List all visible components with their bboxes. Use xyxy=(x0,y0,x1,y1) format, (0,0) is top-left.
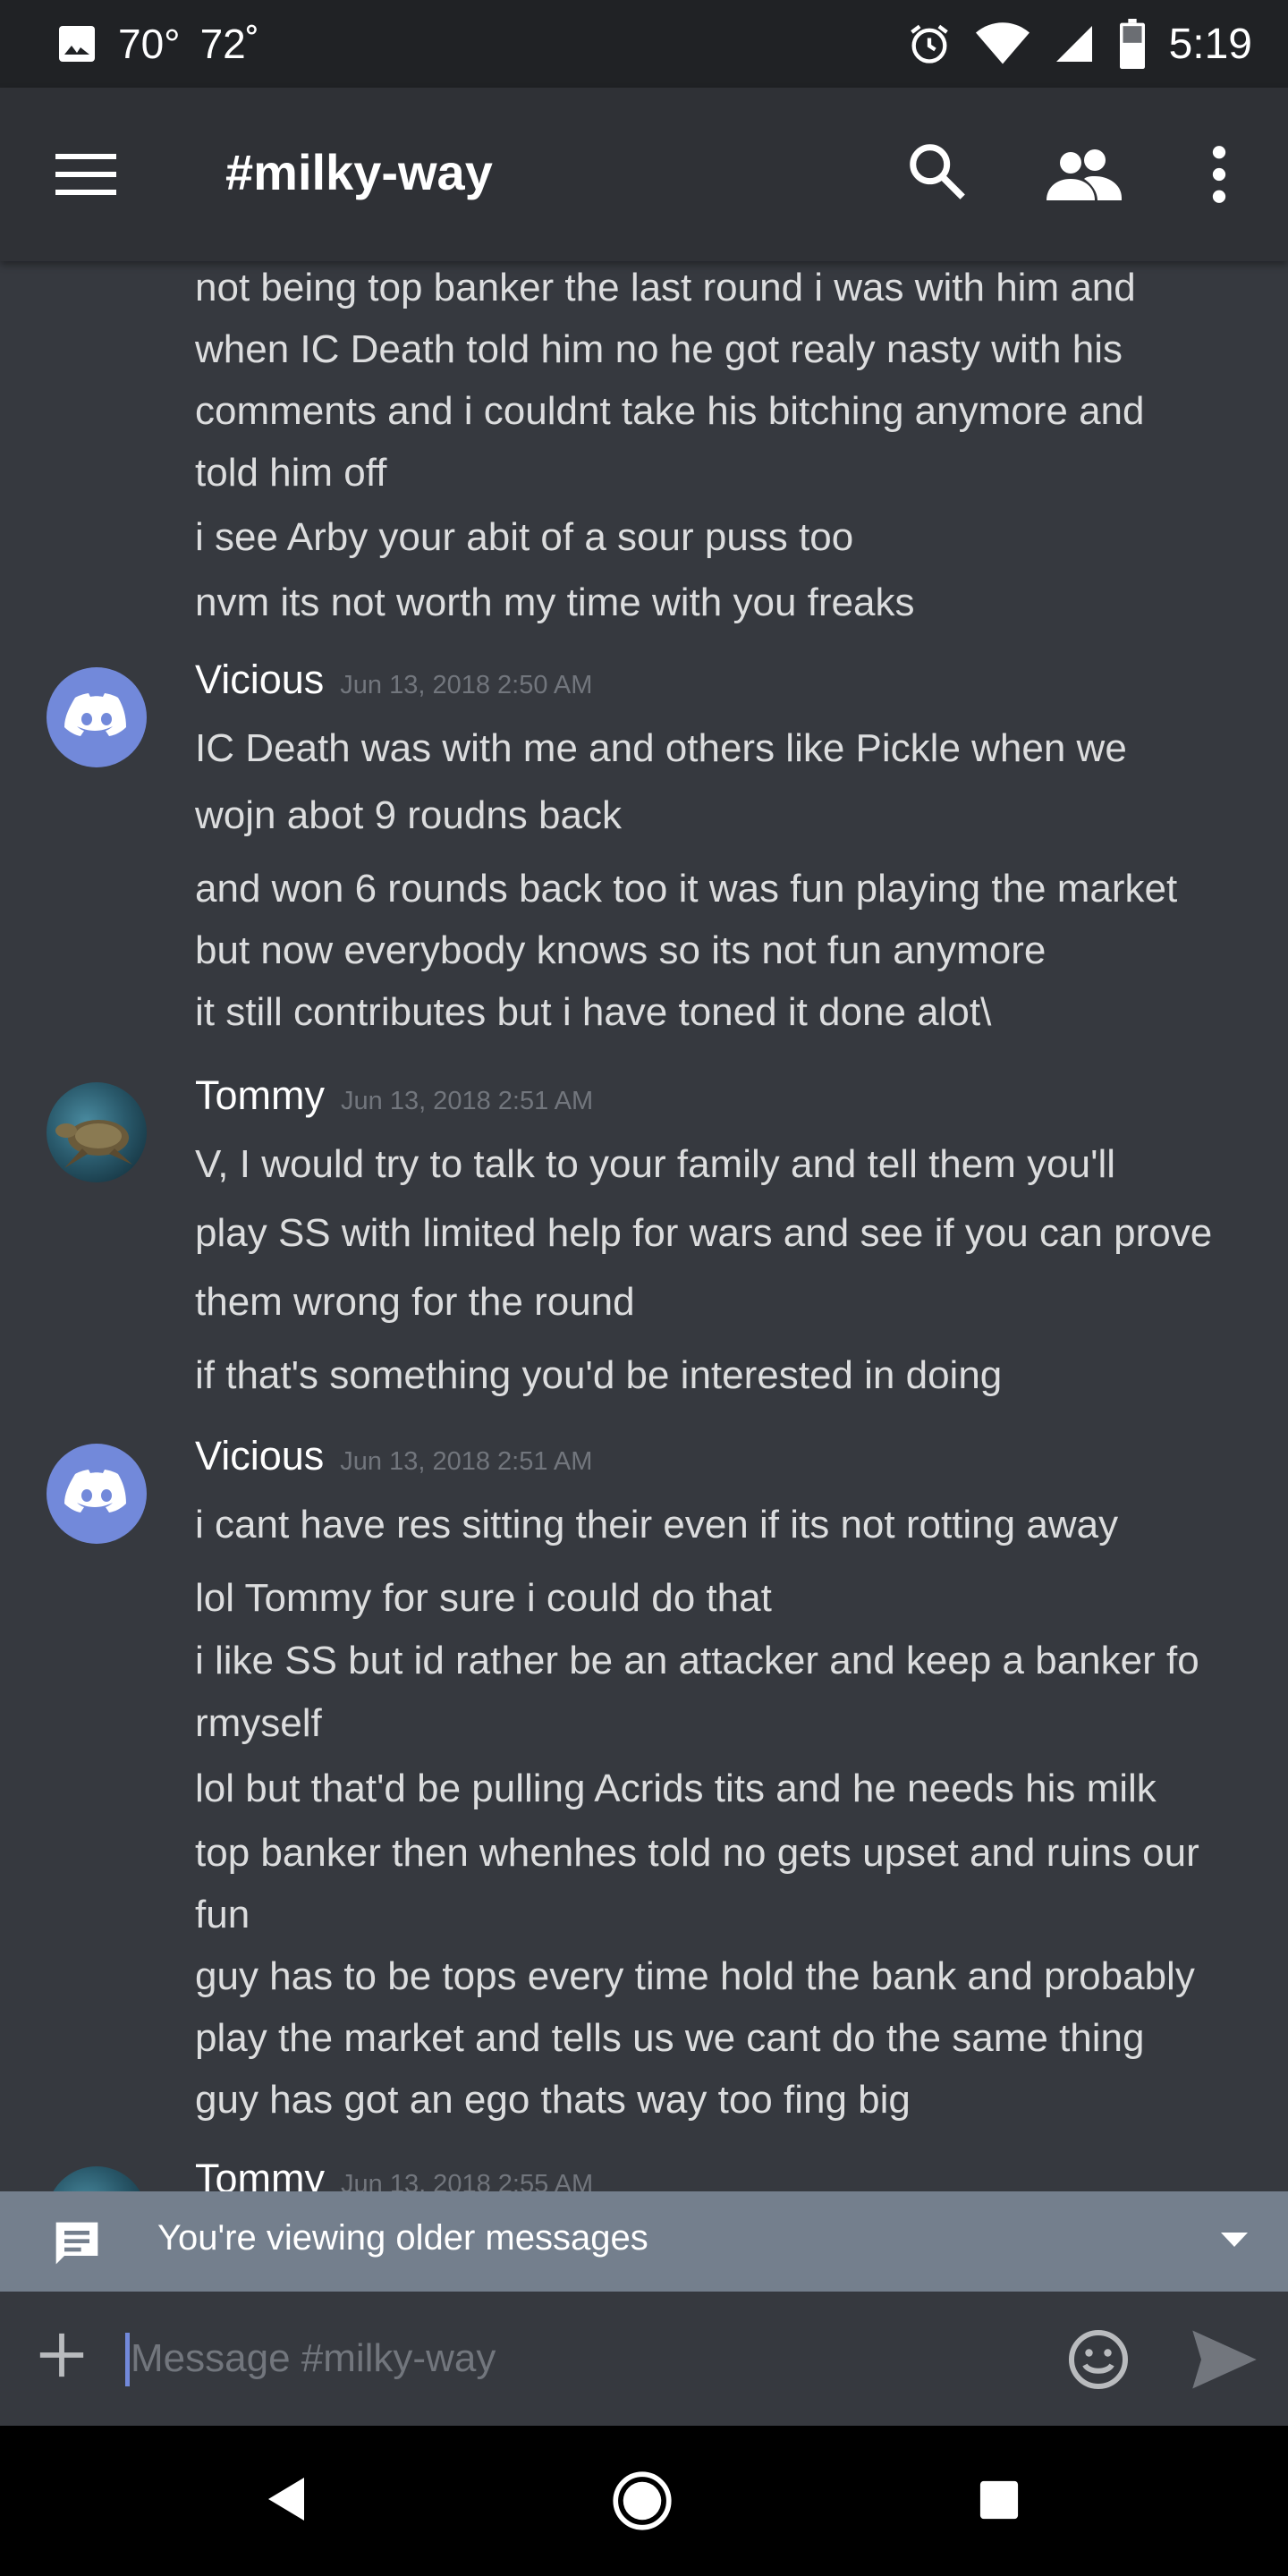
message-line: play SS with limited help for wars and s… xyxy=(195,1211,1213,1255)
message-list[interactable]: not being top banker the last round i wa… xyxy=(0,261,1288,2193)
message-line: it still contributes but i have toned it… xyxy=(195,990,992,1034)
older-messages-bar[interactable]: You're viewing older messages xyxy=(0,2191,1288,2292)
avatar[interactable] xyxy=(47,2166,147,2193)
home-icon[interactable] xyxy=(612,2470,673,2536)
app-bar: #milky-way xyxy=(0,88,1288,261)
message-timestamp: Jun 13, 2018 2:51 AM xyxy=(340,1447,593,1476)
send-icon[interactable] xyxy=(1190,2327,1259,2396)
message-line: lol Tommy for sure i could do that xyxy=(195,1576,772,1620)
search-icon[interactable] xyxy=(905,140,968,207)
temperature-high: 72˚ xyxy=(199,21,260,67)
author-name[interactable]: Tommy Jun 13, 2018 2:51 AM xyxy=(195,1072,593,1119)
message-timestamp: Jun 13, 2018 2:51 AM xyxy=(341,1087,594,1115)
message-line: V, I would try to talk to your family an… xyxy=(195,1142,1116,1186)
message-line: lol but that'd be pulling Acrids tits an… xyxy=(195,1767,1157,1810)
message-line: when IC Death told him no he got realy n… xyxy=(195,327,1123,371)
avatar[interactable] xyxy=(47,667,147,767)
android-nav-bar xyxy=(0,2426,1288,2576)
menu-icon[interactable] xyxy=(55,152,118,201)
message-line: i see Arby your abit of a sour puss too xyxy=(195,515,854,559)
message-line: and won 6 rounds back too it was fun pla… xyxy=(195,867,1178,911)
message-composer xyxy=(0,2292,1288,2426)
message-input[interactable] xyxy=(131,2327,1007,2390)
message-line: fun xyxy=(195,1893,250,1936)
chat-icon xyxy=(52,2218,102,2273)
avatar[interactable] xyxy=(47,1082,147,1182)
message-line: play the market and tells us we cant do … xyxy=(195,2016,1145,2060)
author-label: Vicious xyxy=(195,657,325,702)
message-line: if that's something you'd be interested … xyxy=(195,1353,1003,1397)
message-line: i like SS but id rather be an attacker a… xyxy=(195,1639,1199,1682)
add-attachment-icon[interactable] xyxy=(36,2329,88,2385)
recent-apps-icon[interactable] xyxy=(979,2479,1020,2525)
message-line: but now everybody knows so its not fun a… xyxy=(195,928,1046,972)
message-line: comments and i couldnt take his bitching… xyxy=(195,389,1145,433)
alarm-icon xyxy=(906,21,953,67)
message-line: guy has to be tops every time hold the b… xyxy=(195,1954,1195,1998)
sea-turtle-icon xyxy=(55,1120,132,1168)
image-icon xyxy=(55,22,98,65)
message-line: not being top banker the last round i wa… xyxy=(195,266,1136,309)
avatar[interactable] xyxy=(47,1444,147,1544)
message-line: wojn abot 9 roudns back xyxy=(195,793,622,837)
status-bar: 70° 72˚ 5:19 xyxy=(0,0,1288,88)
message-line: i cant have res sitting their even if it… xyxy=(195,1503,1119,1546)
back-icon[interactable] xyxy=(265,2476,308,2527)
older-messages-text: You're viewing older messages xyxy=(157,2218,648,2258)
message-line: IC Death was with me and others like Pic… xyxy=(195,726,1127,770)
channel-title: #milky-way xyxy=(225,144,493,200)
author-label: Tommy xyxy=(195,1072,325,1118)
wifi-icon xyxy=(975,21,1030,67)
members-icon[interactable] xyxy=(1046,147,1122,205)
jump-to-present-icon[interactable] xyxy=(1221,2231,1248,2253)
author-label: Tommy xyxy=(195,2156,325,2193)
message-line: top banker then whenhes told no gets ups… xyxy=(195,1831,1199,1875)
message-line: rmyself xyxy=(195,1701,322,1745)
message-line: nvm its not worth my time with you freak… xyxy=(195,580,915,624)
author-label: Vicious xyxy=(195,1433,325,1479)
clock: 5:19 xyxy=(1168,20,1252,68)
discord-logo-icon xyxy=(64,1470,126,1513)
discord-logo-icon xyxy=(64,693,126,736)
message-timestamp: Jun 13, 2018 2:55 AM xyxy=(341,2170,594,2193)
text-cursor xyxy=(125,2333,130,2386)
temperature-current: 70° xyxy=(118,21,181,67)
more-icon[interactable] xyxy=(1206,145,1233,208)
message-line: told him off xyxy=(195,451,387,495)
battery-icon xyxy=(1119,19,1146,69)
message-timestamp: Jun 13, 2018 2:50 AM xyxy=(340,671,593,699)
message-line: guy has got an ego thats way too fing bi… xyxy=(195,2078,911,2122)
author-name[interactable]: Vicious Jun 13, 2018 2:51 AM xyxy=(195,1433,592,1479)
author-name[interactable]: Vicious Jun 13, 2018 2:50 AM xyxy=(195,657,592,703)
signal-icon xyxy=(1053,22,1096,65)
author-name[interactable]: Tommy Jun 13, 2018 2:55 AM xyxy=(195,2156,593,2193)
emoji-icon[interactable] xyxy=(1066,2327,1131,2396)
message-line: them wrong for the round xyxy=(195,1280,635,1324)
